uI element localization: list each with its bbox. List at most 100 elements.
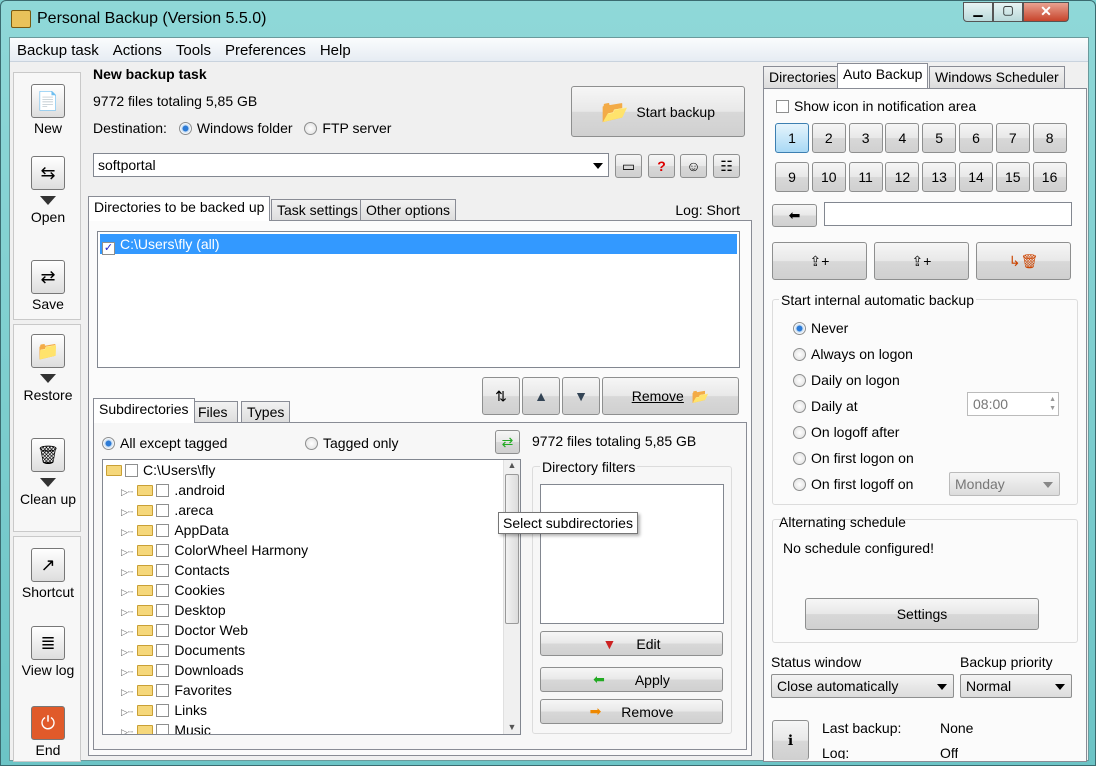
- dropdown-arrow-icon[interactable]: [40, 374, 56, 383]
- opt-all-except-tagged[interactable]: All except tagged: [102, 435, 227, 451]
- checkbox[interactable]: [156, 524, 170, 537]
- expand-icon[interactable]: ▷┈: [121, 727, 133, 734]
- tree-item[interactable]: ▷┈ Music: [103, 720, 520, 734]
- tree-item[interactable]: ▷┈ Desktop: [103, 600, 520, 620]
- task-number-3[interactable]: 3: [848, 123, 883, 153]
- expand-icon[interactable]: ▷┈: [121, 687, 133, 697]
- directory-list[interactable]: ✓ C:\Users\fly (all): [97, 231, 740, 368]
- tab-task-settings[interactable]: Task settings: [271, 199, 364, 221]
- cleanup-button[interactable]: 🗑 Clean up: [16, 438, 80, 507]
- tab-auto-backup[interactable]: Auto Backup: [837, 63, 929, 88]
- show-icon-checkbox[interactable]: Show icon in notification area: [776, 98, 976, 114]
- expand-icon[interactable]: ▷┈: [121, 627, 133, 637]
- task-number-9[interactable]: 9: [775, 162, 809, 192]
- tree-item[interactable]: ▷┈ Documents: [103, 640, 520, 660]
- checkbox[interactable]: [156, 644, 170, 657]
- tree-scrollbar[interactable]: ▲ ▼: [503, 460, 520, 734]
- open-button[interactable]: ⇆ Open: [16, 156, 80, 225]
- tree-item[interactable]: ▷┈ Cookies: [103, 580, 520, 600]
- minimize-button[interactable]: ▁: [963, 2, 993, 22]
- task-number-6[interactable]: 6: [959, 123, 993, 153]
- status-window-select[interactable]: Close automatically: [771, 674, 954, 698]
- expand-icon[interactable]: ▷┈: [121, 587, 133, 597]
- auto-option[interactable]: On first logoff on: [793, 476, 913, 492]
- expand-icon[interactable]: ▷┈: [121, 667, 133, 677]
- refresh-button[interactable]: ⇄: [495, 430, 520, 454]
- subdirectory-tree[interactable]: C:\Users\fly ▷┈ .android ▷┈ .areca ▷┈ AppData…: [102, 459, 521, 735]
- target-combo[interactable]: softportal: [93, 153, 609, 177]
- end-button[interactable]: ⏻ End: [16, 706, 80, 758]
- task-number-8[interactable]: 8: [1032, 123, 1067, 153]
- user-button[interactable]: ☺: [680, 154, 707, 178]
- time-input[interactable]: 08:00 ▲ ▼: [967, 392, 1059, 416]
- dest-windows-folder[interactable]: Windows folder: [178, 120, 293, 136]
- task-number-2[interactable]: 2: [811, 123, 846, 153]
- delete-task-button[interactable]: ↳🗑: [976, 242, 1071, 280]
- checkbox[interactable]: [156, 604, 170, 617]
- task-number-1[interactable]: 1: [775, 123, 809, 153]
- task-number-7[interactable]: 7: [995, 123, 1030, 153]
- task-number-14[interactable]: 14: [959, 162, 993, 192]
- expand-icon[interactable]: ▷┈: [121, 567, 133, 577]
- checkbox[interactable]: [156, 544, 170, 557]
- checkbox[interactable]: [156, 504, 170, 517]
- tab-directories[interactable]: Directories to be backed up: [88, 196, 271, 221]
- menu-preferences[interactable]: Preferences: [218, 38, 313, 61]
- checkbox[interactable]: [156, 624, 170, 637]
- expand-icon[interactable]: ▷┈: [121, 607, 133, 617]
- view-log-button[interactable]: ≣ View log: [16, 626, 80, 678]
- subtab-files[interactable]: Files: [192, 401, 238, 423]
- remove-directory-button[interactable]: Remove 📂: [602, 377, 739, 415]
- tab-right-directories[interactable]: Directories: [763, 66, 842, 88]
- auto-option[interactable]: Always on logon: [793, 346, 913, 362]
- move-up-button[interactable]: ▲: [522, 377, 560, 415]
- expand-icon[interactable]: ▷┈: [121, 547, 133, 557]
- checkbox[interactable]: [156, 724, 170, 734]
- expand-icon[interactable]: ▷┈: [121, 507, 133, 517]
- remove-filter-button[interactable]: ➡ Remove: [540, 699, 723, 724]
- checkbox[interactable]: [156, 664, 170, 677]
- expand-icon[interactable]: ▷┈: [121, 487, 133, 497]
- auto-option[interactable]: Never: [793, 320, 848, 336]
- task-number-10[interactable]: 10: [811, 162, 846, 192]
- task-number-5[interactable]: 5: [922, 123, 957, 153]
- checkbox[interactable]: [156, 684, 170, 697]
- task-number-12[interactable]: 12: [885, 162, 920, 192]
- start-backup-button[interactable]: 📂 Start backup: [571, 86, 745, 137]
- dest-ftp-server[interactable]: FTP server: [304, 120, 391, 136]
- auto-option[interactable]: On first logon on: [793, 450, 914, 466]
- auto-option[interactable]: On logoff after: [793, 424, 899, 440]
- tree-button[interactable]: ☷: [713, 154, 740, 178]
- tree-item[interactable]: ▷┈ Favorites: [103, 680, 520, 700]
- tree-root[interactable]: C:\Users\fly: [103, 460, 520, 480]
- info-button[interactable]: ℹ: [772, 720, 809, 760]
- filter-list[interactable]: [540, 484, 724, 624]
- scroll-thumb[interactable]: [505, 474, 519, 624]
- add-task-button[interactable]: ⇪+: [772, 242, 867, 280]
- expand-icon[interactable]: ▷┈: [121, 527, 133, 537]
- dropdown-arrow-icon[interactable]: [40, 196, 56, 205]
- menu-tools[interactable]: Tools: [169, 38, 218, 61]
- settings-button[interactable]: Settings: [805, 598, 1039, 630]
- shortcut-button[interactable]: ↗ Shortcut: [16, 548, 80, 600]
- checkbox[interactable]: ✓: [102, 242, 115, 255]
- tree-item[interactable]: ▷┈ Links: [103, 700, 520, 720]
- new-button[interactable]: 📄 New: [16, 84, 80, 136]
- expand-icon[interactable]: ▷┈: [121, 707, 133, 717]
- directory-item[interactable]: ✓ C:\Users\fly (all): [100, 234, 737, 255]
- restore-button[interactable]: 📁 Restore: [16, 334, 80, 403]
- close-button[interactable]: ✕: [1023, 2, 1069, 22]
- expand-icon[interactable]: ▷┈: [121, 647, 133, 657]
- tree-item[interactable]: ▷┈ Contacts: [103, 560, 520, 580]
- subtab-types[interactable]: Types: [241, 401, 291, 423]
- menu-actions[interactable]: Actions: [106, 38, 169, 61]
- edit-filter-button[interactable]: ▼ Edit: [540, 631, 723, 656]
- checkbox[interactable]: [156, 564, 170, 577]
- tab-windows-scheduler[interactable]: Windows Scheduler: [929, 66, 1065, 88]
- opt-tagged-only[interactable]: Tagged only: [305, 435, 399, 451]
- checkbox[interactable]: [156, 704, 170, 717]
- move-down-button[interactable]: ▼: [562, 377, 600, 415]
- auto-option[interactable]: Daily on logon: [793, 372, 900, 388]
- dropdown-arrow-icon[interactable]: [40, 478, 56, 487]
- auto-option[interactable]: Daily at: [793, 398, 858, 414]
